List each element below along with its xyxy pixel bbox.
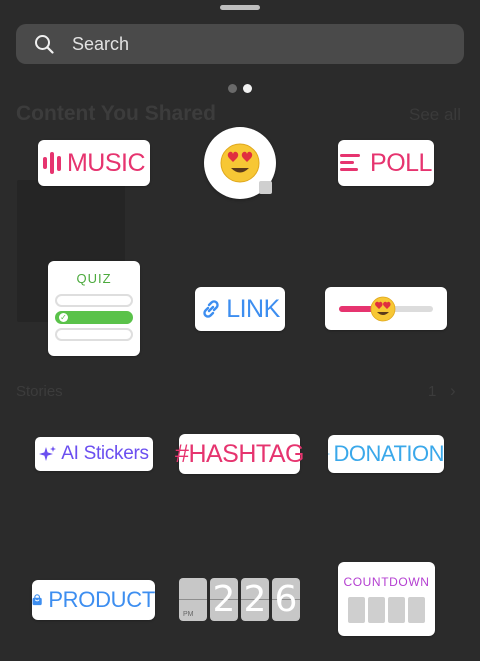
link-sticker[interactable]: LINK xyxy=(195,287,285,331)
search-bar[interactable] xyxy=(16,24,464,64)
product-sticker[interactable]: PRODUCT xyxy=(32,580,155,620)
page-dot-1[interactable] xyxy=(228,84,237,93)
bg-section-title: Content You Shared xyxy=(16,102,216,125)
page-indicator xyxy=(228,84,252,93)
emoji-slider-preview-square xyxy=(259,181,272,194)
quiz-label: QUIZ xyxy=(76,271,112,286)
search-input[interactable] xyxy=(72,24,452,64)
chevron-right-icon: › xyxy=(450,381,456,400)
bg-stories-label: Stories xyxy=(16,383,63,400)
check-icon: ✓ xyxy=(59,313,68,322)
quiz-option-correct: ✓ xyxy=(55,311,133,324)
ai-stickers-label: AI Stickers xyxy=(61,443,149,464)
search-icon xyxy=(35,35,54,54)
ai-stickers-sticker[interactable]: AI Stickers xyxy=(35,437,153,471)
countdown-sticker[interactable]: COUNTDOWN xyxy=(338,562,435,636)
poll-icon xyxy=(340,154,361,171)
emoji-slider-sticker[interactable] xyxy=(325,287,447,330)
drag-handle[interactable] xyxy=(220,5,260,10)
shopping-bag-icon xyxy=(32,594,42,606)
clock-digit-blank: PM xyxy=(179,578,207,621)
page-dot-2[interactable] xyxy=(243,84,252,93)
quiz-option xyxy=(55,294,133,307)
poll-label: POLL xyxy=(370,148,432,177)
heart-badge-icon xyxy=(328,453,330,455)
hashtag-label: #HASHTAG xyxy=(175,439,304,468)
product-label: PRODUCT xyxy=(48,587,155,612)
countdown-label: COUNTDOWN xyxy=(343,575,430,589)
clock-digit: 2 xyxy=(241,578,269,621)
link-label: LINK xyxy=(226,294,280,323)
poll-sticker[interactable]: POLL xyxy=(338,140,434,186)
clock-period: PM xyxy=(183,611,194,618)
music-sticker[interactable]: MUSIC xyxy=(38,140,150,186)
clock-digit: 2 xyxy=(210,578,238,621)
bg-see-all-link: See all xyxy=(409,105,461,124)
link-icon xyxy=(203,300,219,318)
heart-eyes-emoji-icon xyxy=(370,296,396,322)
donation-sticker[interactable]: DONATION xyxy=(328,435,445,473)
hashtag-sticker[interactable]: #HASHTAG xyxy=(175,434,304,474)
time-sticker[interactable]: PM 2 2 6 xyxy=(179,578,300,621)
quiz-sticker[interactable]: QUIZ ✓ xyxy=(48,261,140,356)
quiz-option xyxy=(55,328,133,341)
music-label: MUSIC xyxy=(66,148,146,177)
countdown-boxes xyxy=(348,597,425,623)
music-bars-icon xyxy=(42,151,61,175)
bg-stories-count: 1 xyxy=(428,383,437,400)
sparkle-icon xyxy=(39,446,57,461)
clock-digit: 6 xyxy=(272,578,300,621)
donation-label: DONATION xyxy=(333,441,445,466)
